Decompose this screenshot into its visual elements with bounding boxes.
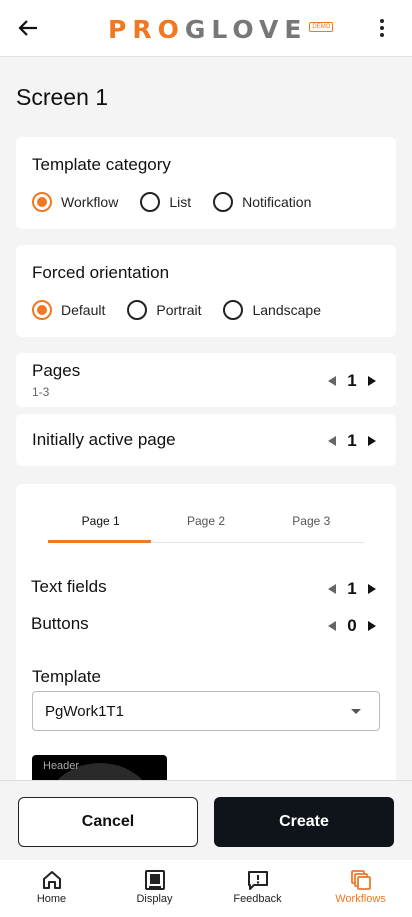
text-fields-value: 1 xyxy=(347,579,357,598)
more-options-button[interactable] xyxy=(370,16,394,40)
tab-page-2[interactable]: Page 2 xyxy=(153,511,258,542)
radio-unselected-icon xyxy=(223,300,244,320)
template-label: Template xyxy=(32,667,101,686)
page-title: Screen 1 xyxy=(16,84,109,110)
initially-active-page-value: 1 xyxy=(347,431,357,450)
nav-label: Workflows xyxy=(335,893,386,905)
chevron-down-icon xyxy=(351,709,361,714)
demo-badge: DEMO xyxy=(309,22,334,32)
nav-item-workflows[interactable]: Workflows xyxy=(309,860,412,917)
nav-item-feedback[interactable]: Feedback xyxy=(206,860,309,917)
cancel-button[interactable]: Cancel xyxy=(18,797,198,847)
decrement-buttons-button[interactable] xyxy=(328,621,336,631)
tab-page-3[interactable]: Page 3 xyxy=(259,511,364,542)
increment-buttons-button[interactable] xyxy=(368,621,376,631)
forced-orientation-title: Forced orientation xyxy=(32,263,170,282)
decrement-text-fields-button[interactable] xyxy=(328,584,336,594)
template-select[interactable]: PgWork1T1 xyxy=(32,691,380,731)
template-category-radio-group: Workflow List Notification xyxy=(32,192,333,212)
screen-content[interactable]: Screen 1 Template category Workflow List… xyxy=(0,57,412,780)
buttons-label: Buttons xyxy=(31,614,89,633)
forced-orientation-radio-group: Default Portrait Landscape xyxy=(32,300,343,320)
radio-label: Portrait xyxy=(156,302,202,318)
radio-unselected-icon xyxy=(140,192,161,212)
radio-option-landscape[interactable]: Landscape xyxy=(223,300,321,320)
radio-label: Default xyxy=(61,302,106,318)
app-bar: PRO GLOVE DEMO xyxy=(0,0,412,57)
more-vertical-icon xyxy=(380,19,384,23)
nav-label: Home xyxy=(36,893,67,905)
radio-selected-icon xyxy=(32,300,52,320)
text-fields-label: Text fields xyxy=(31,577,107,596)
home-icon xyxy=(42,871,61,889)
radio-unselected-icon xyxy=(213,192,234,212)
increment-pages-button[interactable] xyxy=(368,376,376,386)
page-tabs: Page 1 Page 2 Page 3 xyxy=(48,511,364,543)
radio-option-default[interactable]: Default xyxy=(32,300,105,320)
radio-option-notification[interactable]: Notification xyxy=(213,192,311,212)
text-fields-stepper: 1 xyxy=(328,579,376,599)
logo-glove-text: GLOVE xyxy=(184,14,308,44)
initially-active-page-card: Initially active page 1 xyxy=(16,414,396,466)
action-bar: Cancel Create xyxy=(0,780,412,860)
arrow-left-icon xyxy=(18,20,37,36)
back-button[interactable] xyxy=(14,14,42,42)
nav-label: Display xyxy=(136,893,173,905)
forced-orientation-card: Forced orientation Default Portrait Land… xyxy=(16,245,396,337)
initially-active-page-label: Initially active page xyxy=(32,430,176,449)
display-icon xyxy=(144,870,165,890)
radio-label: Notification xyxy=(242,194,312,210)
radio-option-portrait[interactable]: Portrait xyxy=(127,300,201,320)
template-category-card: Template category Workflow List Notifica… xyxy=(16,137,396,229)
radio-option-list[interactable]: List xyxy=(140,192,191,212)
nav-item-display[interactable]: Display xyxy=(103,860,206,917)
increment-text-fields-button[interactable] xyxy=(368,584,376,594)
decrement-pages-button[interactable] xyxy=(328,376,336,386)
radio-label: Workflow xyxy=(61,194,119,210)
nav-item-home[interactable]: Home xyxy=(0,860,103,917)
pages-card: Pages 1-3 1 xyxy=(16,353,396,407)
proglove-logo: PRO GLOVE DEMO xyxy=(108,14,334,44)
radio-unselected-icon xyxy=(127,300,148,320)
template-selected-value: PgWork1T1 xyxy=(45,702,124,720)
template-category-title: Template category xyxy=(32,155,171,174)
nav-label: Feedback xyxy=(233,893,282,905)
pages-label: Pages xyxy=(32,361,81,380)
template-preview: Header xyxy=(32,755,167,780)
workflows-icon xyxy=(350,870,371,890)
buttons-stepper: 0 xyxy=(328,616,376,636)
page-editor-card: Page 1 Page 2 Page 3 Text fields 1 Butto… xyxy=(16,484,396,780)
feedback-icon xyxy=(247,871,268,890)
decrement-active-page-button[interactable] xyxy=(328,436,336,446)
radio-option-workflow[interactable]: Workflow xyxy=(32,192,118,212)
logo-pro-text: PRO xyxy=(108,14,185,44)
increment-active-page-button[interactable] xyxy=(368,436,376,446)
initially-active-page-stepper: 1 xyxy=(328,431,376,451)
preview-header-text: Header xyxy=(43,760,80,772)
radio-label: Landscape xyxy=(252,302,321,318)
bottom-navigation: Home Display Feedback Workflows xyxy=(0,860,412,917)
pages-range: 1-3 xyxy=(32,385,50,399)
buttons-value: 0 xyxy=(347,616,357,635)
radio-label: List xyxy=(169,194,192,210)
radio-selected-icon xyxy=(32,192,52,212)
tab-page-1[interactable]: Page 1 xyxy=(48,511,153,542)
pages-value: 1 xyxy=(347,371,357,390)
active-tab-indicator xyxy=(48,540,151,543)
create-button[interactable]: Create xyxy=(214,797,394,847)
pages-stepper: 1 xyxy=(328,371,376,391)
